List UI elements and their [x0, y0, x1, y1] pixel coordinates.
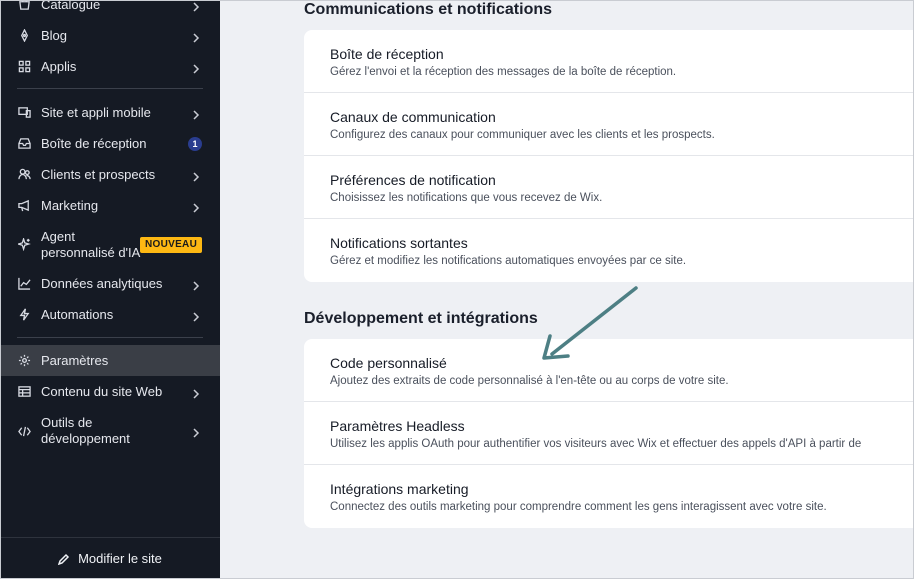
gear-icon [17, 354, 31, 368]
settings-row-notification-prefs[interactable]: Préférences de notification Choisissez l… [304, 156, 914, 219]
inbox-icon [17, 137, 31, 151]
row-title: Notifications sortantes [330, 235, 468, 251]
sidebar-divider [17, 88, 203, 89]
row-description: Connectez des outils marketing pour comp… [330, 501, 827, 513]
row-description: Gérez et modifiez les notifications auto… [330, 255, 687, 267]
code-icon [17, 424, 31, 438]
row-title: Intégrations marketing [330, 481, 469, 497]
sidebar: Catalogue Blog Applis Site et appli mobi… [0, 0, 220, 579]
row-title: Boîte de réception [330, 46, 444, 62]
sidebar-item-analytics[interactable]: Données analytiques [0, 268, 220, 299]
sidebar-item-marketing[interactable]: Marketing [0, 190, 220, 221]
section-title: Communications et notifications [304, 1, 553, 18]
chevron-right-icon [192, 387, 200, 399]
sidebar-item-blog[interactable]: Blog [0, 20, 220, 51]
sidebar-item-label: Paramètres [41, 352, 109, 368]
settings-row-inbox[interactable]: Boîte de réception Gérez l'envoi et la r… [304, 30, 914, 93]
row-description: Configurez des canaux pour communiquer a… [330, 129, 715, 141]
edit-site-label: Modifier le site [78, 551, 162, 566]
sidebar-item-apps[interactable]: Applis [0, 51, 220, 82]
settings-row-headless[interactable]: Paramètres Headless Utilisez les applis … [304, 402, 914, 465]
chevron-right-icon [192, 201, 200, 213]
apps-icon [17, 60, 31, 74]
sidebar-item-automations[interactable]: Automations [0, 299, 220, 330]
row-description: Gérez l'envoi et la réception des messag… [330, 66, 677, 78]
new-badge: NOUVEAU [140, 237, 203, 253]
sidebar-item-catalogue[interactable]: Catalogue [0, 0, 220, 20]
chevron-right-icon [192, 279, 200, 291]
blog-icon [17, 29, 31, 43]
settings-row-outgoing-notifications[interactable]: Notifications sortantes Gérez et modifie… [304, 219, 914, 282]
chevron-right-icon [192, 310, 200, 322]
chevron-right-icon [192, 108, 200, 120]
row-description: Choisissez les notifications que vous re… [330, 192, 603, 204]
edit-site-button[interactable]: Modifier le site [0, 537, 220, 579]
sidebar-item-settings[interactable]: Paramètres [0, 345, 220, 376]
row-description: Utilisez les applis OAuth pour authentif… [330, 438, 862, 450]
chevron-right-icon [192, 0, 200, 12]
ai-sparkle-icon [17, 238, 31, 252]
catalogue-icon [17, 0, 31, 12]
chevron-right-icon [192, 31, 200, 43]
chevron-right-icon [192, 170, 200, 182]
pencil-icon [58, 553, 70, 565]
sidebar-item-inbox[interactable]: Boîte de réception 1 [0, 128, 220, 159]
megaphone-icon [17, 199, 31, 213]
sidebar-divider [17, 337, 203, 338]
sidebar-item-cms[interactable]: Contenu du site Web [0, 376, 220, 407]
analytics-icon [17, 277, 31, 291]
sidebar-item-clients[interactable]: Clients et prospects [0, 159, 220, 190]
clients-icon [17, 168, 31, 182]
chevron-right-icon [192, 62, 200, 74]
row-title: Préférences de notification [330, 172, 496, 188]
chevron-right-icon [192, 426, 200, 438]
annotation-arrow-icon [542, 286, 638, 360]
sidebar-item-site-mobile[interactable]: Site et appli mobile [0, 97, 220, 128]
site-mobile-icon [17, 106, 31, 120]
cms-icon [17, 385, 31, 399]
row-description: Ajoutez des extraits de code personnalis… [330, 375, 729, 387]
section-title: Développement et intégrations [304, 310, 538, 327]
settings-card-communications: Boîte de réception Gérez l'envoi et la r… [304, 30, 914, 282]
row-title: Paramètres Headless [330, 418, 465, 434]
sidebar-item-label: Agent personnalisé d'IA [41, 228, 141, 260]
automations-icon [17, 308, 31, 322]
settings-card-development: Code personnalisé Ajoutez des extraits d… [304, 339, 914, 528]
row-title: Canaux de communication [330, 109, 496, 125]
sidebar-item-label: Outils de développement [41, 415, 130, 446]
settings-row-marketing-integrations[interactable]: Intégrations marketing Connectez des out… [304, 465, 914, 528]
sidebar-item-dev-tools[interactable]: Outils de développement [0, 412, 220, 450]
unread-count-badge: 1 [188, 136, 202, 151]
settings-row-channels[interactable]: Canaux de communication Configurez des c… [304, 93, 914, 156]
